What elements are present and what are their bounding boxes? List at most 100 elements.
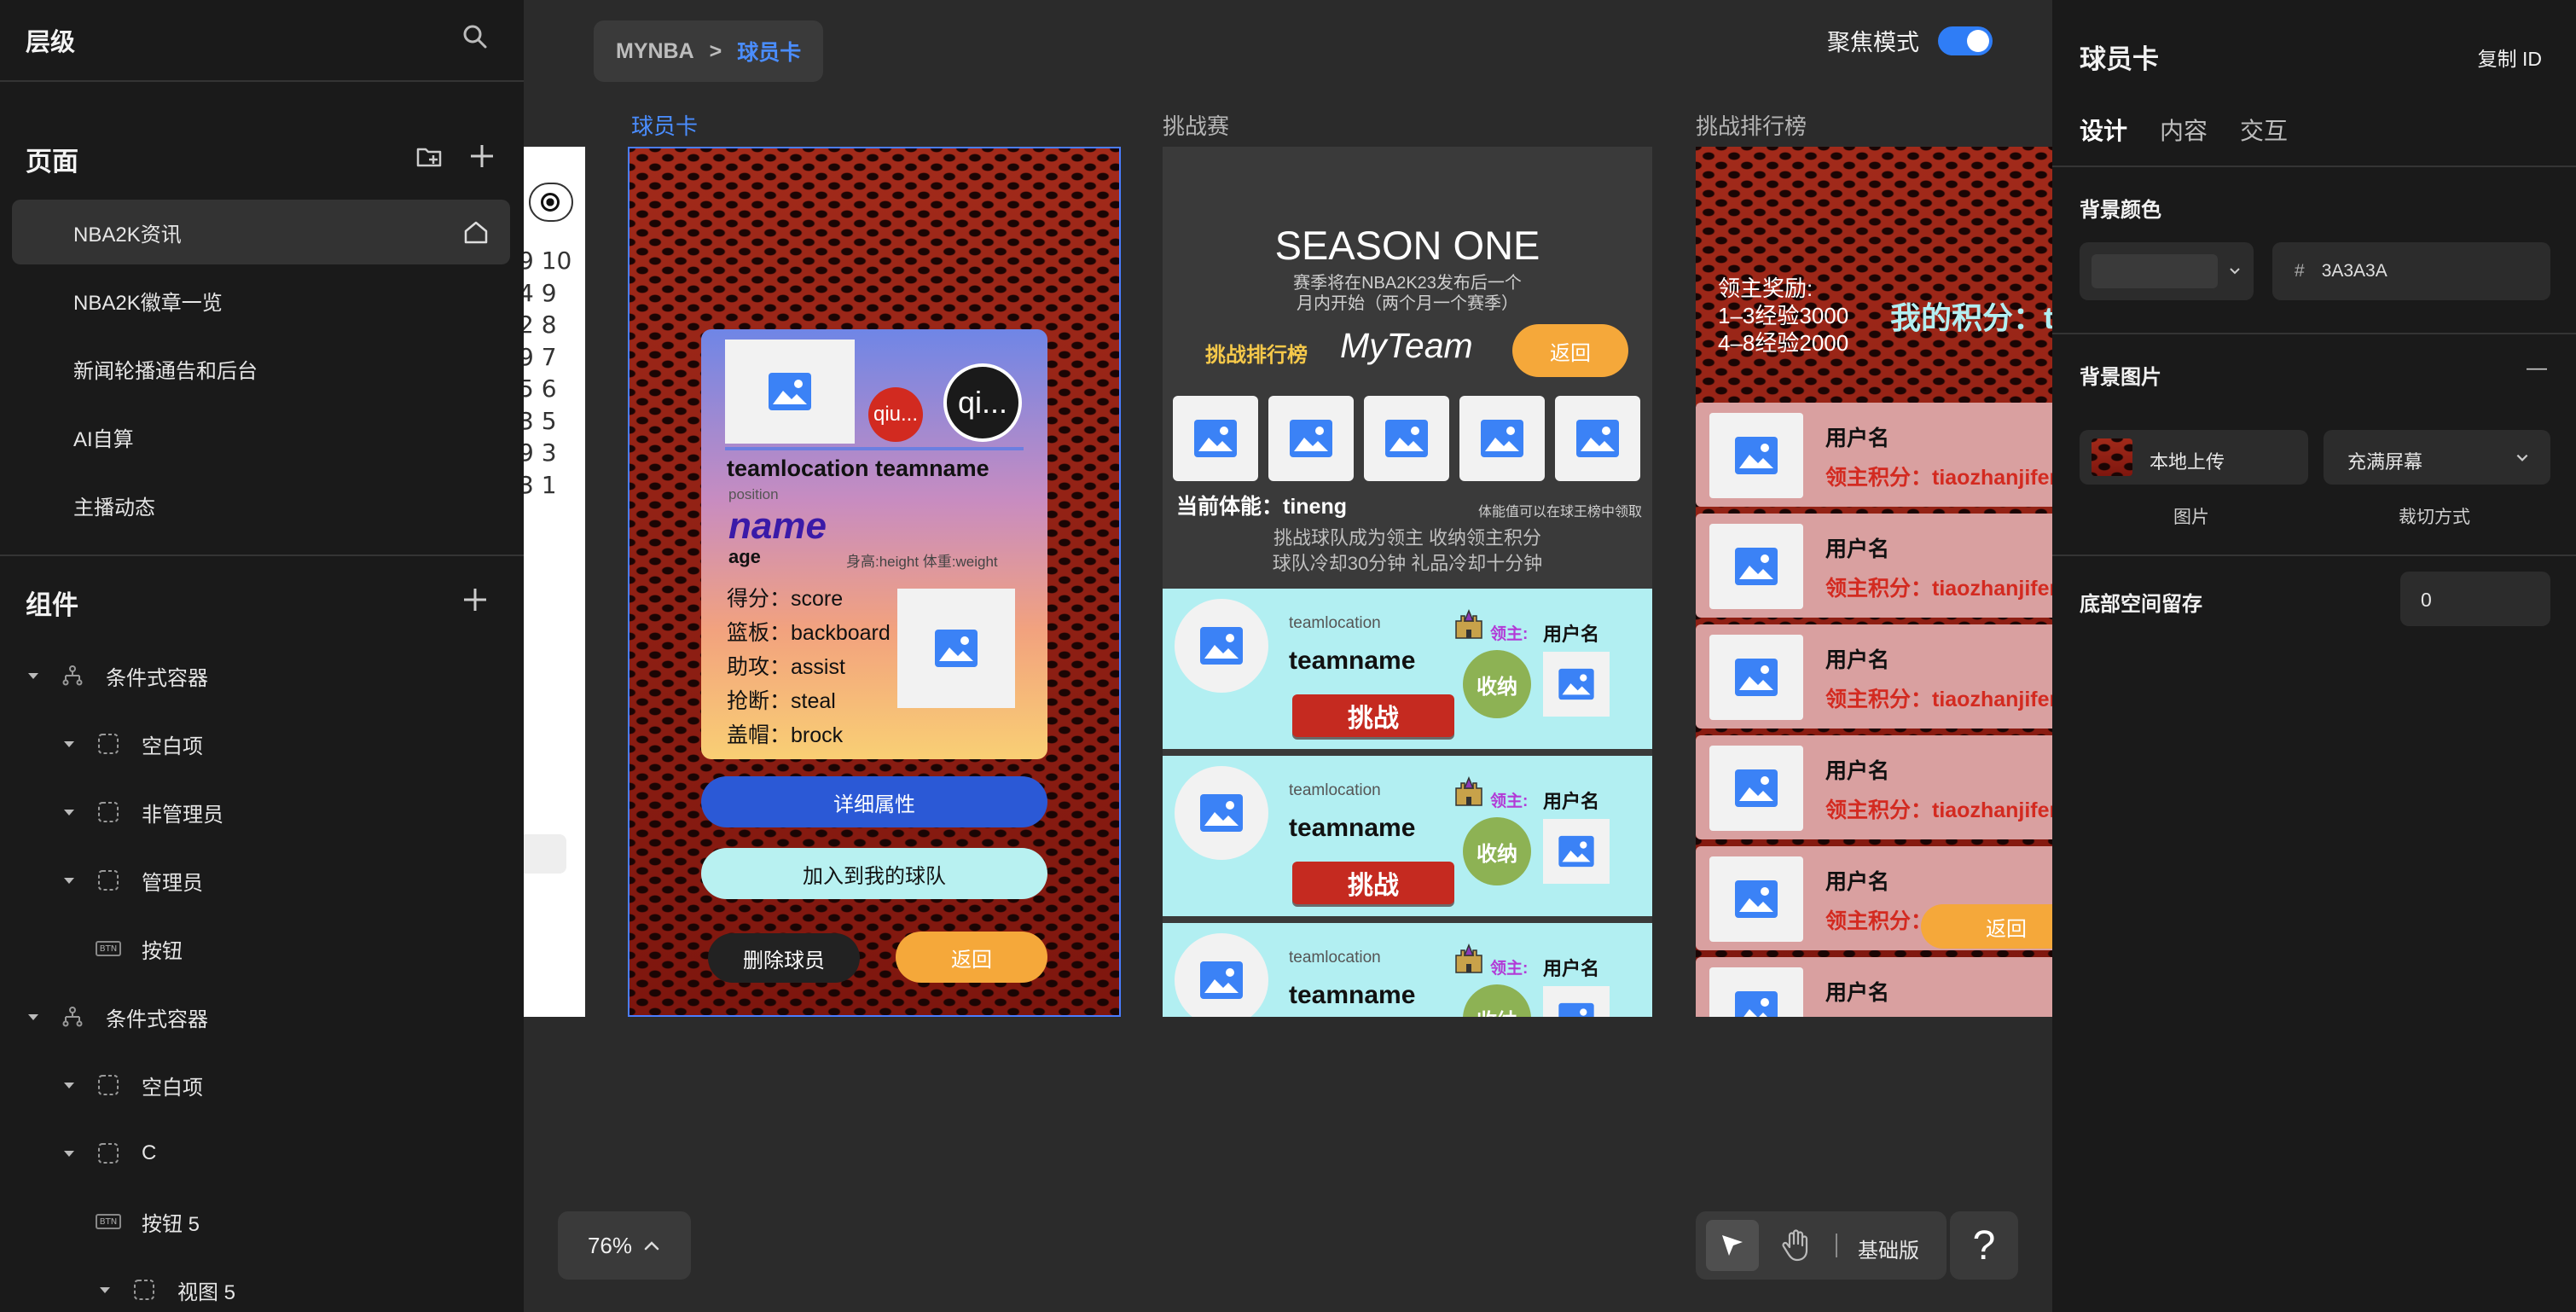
block-icon (96, 731, 121, 757)
tree-item-admin[interactable]: 管理员 (60, 863, 203, 897)
leaderboard-username: 用户名 (1825, 537, 1890, 561)
page-item-label: NBA2K徽章一览 (73, 291, 223, 315)
mode-basic[interactable]: 基础版 (1858, 1234, 1919, 1263)
tree-item-blank[interactable]: 空白项 (60, 727, 203, 761)
tree-item-button-5[interactable]: BTN 按钮 5 (96, 1205, 200, 1239)
zoom-control[interactable]: 76% (558, 1211, 691, 1280)
tree-item-conditional-container-2[interactable]: 条件式容器 (24, 1000, 208, 1034)
page-item-nba2k-news[interactable]: NBA2K资讯 (12, 200, 510, 264)
block-icon (96, 1141, 121, 1166)
collapse-icon[interactable]: — (2527, 357, 2547, 380)
image-placeholder-icon (725, 340, 855, 444)
page-item-badges[interactable]: NBA2K徽章一览 (12, 268, 510, 333)
caret-down-icon[interactable] (60, 871, 78, 890)
hash-symbol: # (2295, 261, 2305, 281)
page-item-ai-calc[interactable]: AI自算 (12, 404, 510, 469)
upload-label: 本地上传 (2150, 451, 2225, 473)
hand-tool-icon[interactable] (1778, 1227, 1815, 1264)
lord-reward-line: 1–3经验3000 (1718, 303, 1849, 328)
tab-content[interactable]: 内容 (2160, 113, 2208, 147)
challenge-frame[interactable]: SEASON ONE 赛季将在NBA2K23发布后一个 月内开始（两个月一个赛季… (1163, 147, 1652, 1017)
panel-divider (2052, 333, 2576, 334)
tree-item-button[interactable]: BTN 按钮 (96, 932, 183, 966)
fit-mode-select[interactable]: 充满屏幕 (2324, 430, 2550, 485)
tree-item-c[interactable]: C (60, 1136, 156, 1170)
page-item-streamer-news[interactable]: 主播动态 (12, 473, 510, 537)
tree-item-label: 非管理员 (142, 803, 223, 827)
caret-down-icon[interactable] (60, 803, 78, 821)
image-placeholder-icon (1709, 856, 1803, 942)
collect-button[interactable]: 收纳 (1463, 817, 1531, 885)
team-card: teamlocation teamname 挑战 领主: 用户名 收纳 (1163, 923, 1652, 1017)
caret-down-icon[interactable] (24, 1007, 43, 1026)
chevron-up-icon[interactable] (642, 1236, 661, 1255)
partial-number: 9 7 (524, 342, 557, 371)
caret-down-icon[interactable] (60, 1144, 78, 1163)
design-canvas[interactable]: MYNBA > 球员卡 聚焦模式 9 10 4 9 2 8 9 7 5 6 3 … (524, 0, 2052, 1312)
lord-username: 用户名 (1543, 958, 1600, 979)
panel-divider (2052, 554, 2576, 556)
leaderboard-frame[interactable]: 领主奖励: 1–3经验3000 4–8经验2000 我的积分：ti 用户名 领主… (1696, 147, 2052, 1017)
challenge-button[interactable]: 挑战 (1292, 862, 1454, 904)
return-button[interactable]: 返回 (1921, 904, 2052, 949)
delete-player-button[interactable]: 删除球员 (708, 933, 860, 983)
copy-id-button[interactable]: 复制 ID (2478, 43, 2542, 72)
back-button[interactable]: 返回 (1512, 324, 1628, 377)
challenge-button[interactable]: 挑战 (1292, 694, 1454, 737)
block-icon (131, 1277, 157, 1303)
image-placeholder-icon (897, 589, 1015, 708)
season-subtitle-line: 月内开始（两个月一个赛季） (1297, 294, 1518, 313)
team-name: teamname (1289, 814, 1416, 842)
add-component-icon[interactable] (461, 585, 490, 614)
add-folder-icon[interactable] (415, 142, 444, 171)
frame-label-leaderboard[interactable]: 挑战排行榜 (1696, 109, 1807, 141)
tree-item-non-admin[interactable]: 非管理员 (60, 795, 223, 829)
image-placeholder-icon (1709, 967, 1803, 1017)
components-actions (461, 585, 490, 614)
collect-button[interactable]: 收纳 (1463, 650, 1531, 718)
lord-label: 领主: (1490, 792, 1529, 810)
tree-item-view-5[interactable]: 视图 5 (96, 1273, 235, 1307)
partial-number: 5 6 (524, 374, 557, 403)
caret-down-icon[interactable] (60, 734, 78, 753)
breadcrumb-current[interactable]: 球员卡 (737, 36, 801, 67)
page-item-news-carousel[interactable]: 新闻轮播通告和后台 (12, 336, 510, 401)
help-button[interactable]: ? (1950, 1211, 2018, 1280)
caret-down-icon[interactable] (96, 1280, 114, 1299)
bottom-space-input[interactable]: 0 (2400, 572, 2550, 626)
focus-mode-label: 聚焦模式 (1827, 30, 1919, 55)
select-tool-icon[interactable] (1706, 1220, 1759, 1271)
page-item-label: 新闻轮播通告和后台 (73, 359, 258, 383)
tab-interaction[interactable]: 交互 (2240, 113, 2288, 147)
add-page-icon[interactable] (467, 142, 496, 171)
tab-design[interactable]: 设计 (2080, 113, 2127, 147)
search-icon[interactable] (461, 22, 490, 51)
join-team-button[interactable]: 加入到我的球队 (701, 848, 1047, 899)
caret-down-icon[interactable] (60, 1076, 78, 1094)
tree-item-conditional-container[interactable]: 条件式容器 (24, 659, 208, 693)
stat-value: score (791, 587, 844, 611)
home-icon[interactable] (462, 218, 490, 246)
leaderboard-username: 用户名 (1825, 648, 1890, 672)
back-button[interactable]: 返回 (896, 932, 1047, 983)
team-location: teamlocation (1289, 949, 1381, 967)
image-placeholder-icon (1543, 986, 1610, 1017)
breadcrumb-project[interactable]: MYNBA (616, 39, 694, 64)
block-icon (96, 1072, 121, 1098)
bg-color-hex-input[interactable]: # 3A3A3A (2272, 242, 2550, 300)
leaderboard-points: 领主积分：tiaozhanjifen (1825, 688, 2052, 711)
frame-label-card[interactable]: 球员卡 (631, 109, 698, 141)
caret-down-icon[interactable] (24, 666, 43, 685)
player-card-frame[interactable]: qiu... qi... teamlocation teamname posit… (628, 147, 1121, 1017)
chevron-down-icon (2515, 450, 2530, 466)
frame-label-challenge[interactable]: 挑战赛 (1163, 109, 1229, 141)
bg-color-picker[interactable] (2080, 242, 2254, 300)
zoom-level: 76% (587, 1232, 633, 1258)
leaderboard-link[interactable]: 挑战排行榜 (1205, 338, 1308, 368)
tree-item-blank-2[interactable]: 空白项 (60, 1068, 203, 1102)
upload-image-button[interactable]: 本地上传 (2080, 430, 2308, 485)
details-button[interactable]: 详细属性 (701, 776, 1047, 827)
collect-button[interactable]: 收纳 (1463, 984, 1531, 1017)
focus-mode-toggle[interactable] (1938, 26, 1993, 55)
partial-frame[interactable]: 9 10 4 9 2 8 9 7 5 6 3 5 9 3 3 1 (524, 147, 585, 1017)
